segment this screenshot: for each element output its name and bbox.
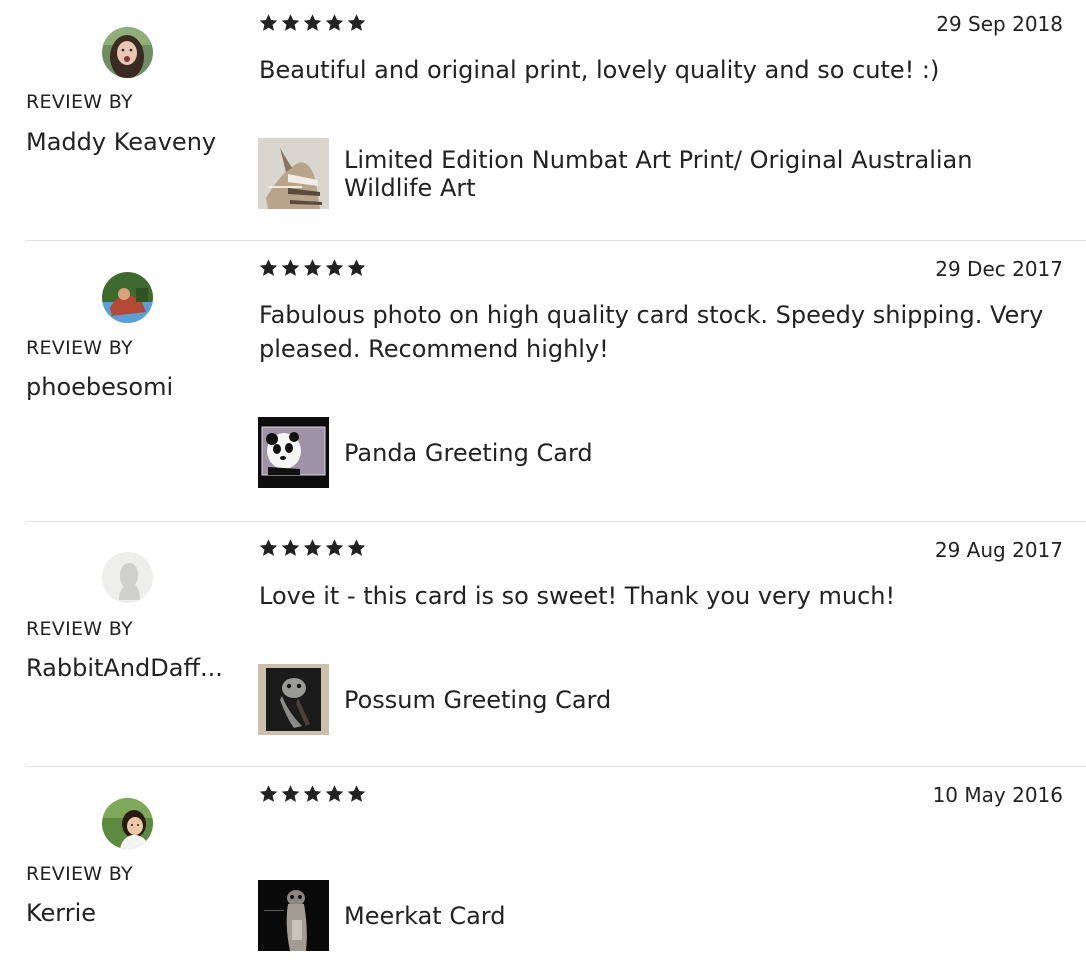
star-icon	[281, 259, 300, 276]
review-text: Love it - this card is so sweet! Thank y…	[259, 582, 896, 610]
review-by-label: REVIEW BY	[26, 91, 133, 113]
star-icon	[325, 14, 344, 31]
review-date: 29 Dec 2017	[935, 257, 1063, 281]
item-title-link[interactable]: Panda Greeting Card	[344, 439, 1064, 467]
reviewer-name[interactable]: Kerrie	[26, 899, 231, 927]
review-date: 10 May 2016	[932, 783, 1063, 807]
item-title-link[interactable]: Meerkat Card	[344, 902, 1064, 930]
review-item: REVIEW BY Maddy Keaveny 29 Sep 2018 Beau…	[0, 0, 1086, 240]
star-icon	[325, 259, 344, 276]
default-user-silhouette-icon	[102, 552, 153, 603]
item-thumbnail[interactable]	[258, 880, 329, 951]
item-thumbnail[interactable]	[258, 664, 329, 735]
star-icon	[347, 14, 366, 31]
star-icon	[259, 539, 278, 556]
review-by-label: REVIEW BY	[26, 618, 133, 640]
star-icon	[303, 539, 322, 556]
review-date: 29 Aug 2017	[934, 538, 1063, 562]
review-text: Fabulous photo on high quality card stoc…	[259, 301, 1044, 363]
star-icon	[303, 259, 322, 276]
review-item: REVIEW BY Kerrie 10 May 2016 Meerkat Car…	[0, 767, 1086, 976]
review-text: Beautiful and original print, lovely qua…	[259, 56, 940, 84]
review-item: REVIEW BY phoebesomi 29 Dec 2017 Fabulou…	[0, 241, 1086, 521]
reviewer-avatar[interactable]	[102, 798, 153, 849]
reviewer-name[interactable]: RabbitAndDaff...	[26, 654, 231, 682]
star-icon	[325, 539, 344, 556]
item-thumbnail[interactable]	[258, 138, 329, 209]
star-icon	[347, 539, 366, 556]
star-icon	[281, 539, 300, 556]
star-icon	[325, 785, 344, 802]
review-by-label: REVIEW BY	[26, 863, 133, 885]
star-icon	[303, 14, 322, 31]
star-rating	[258, 784, 367, 804]
reviewer-avatar[interactable]	[102, 552, 153, 603]
star-icon	[259, 785, 278, 802]
reviewer-name[interactable]: Maddy Keaveny	[26, 128, 231, 156]
star-icon	[259, 259, 278, 276]
reviewer-avatar[interactable]	[102, 27, 153, 78]
star-icon	[347, 259, 366, 276]
star-icon	[347, 785, 366, 802]
star-icon	[281, 14, 300, 31]
star-rating	[258, 258, 367, 278]
review-item: REVIEW BY RabbitAndDaff... 29 Aug 2017 L…	[0, 522, 1086, 766]
item-title-link[interactable]: Possum Greeting Card	[344, 686, 1064, 714]
review-by-label: REVIEW BY	[26, 337, 133, 359]
star-icon	[281, 785, 300, 802]
item-thumbnail[interactable]	[258, 417, 329, 488]
review-date: 29 Sep 2018	[936, 12, 1063, 36]
star-icon	[259, 14, 278, 31]
star-icon	[303, 785, 322, 802]
star-rating	[258, 538, 367, 558]
reviewer-avatar[interactable]	[102, 272, 153, 323]
item-title-link[interactable]: Limited Edition Numbat Art Print/ Origin…	[344, 146, 1064, 202]
reviewer-name[interactable]: phoebesomi	[26, 373, 231, 401]
star-rating	[258, 13, 367, 33]
